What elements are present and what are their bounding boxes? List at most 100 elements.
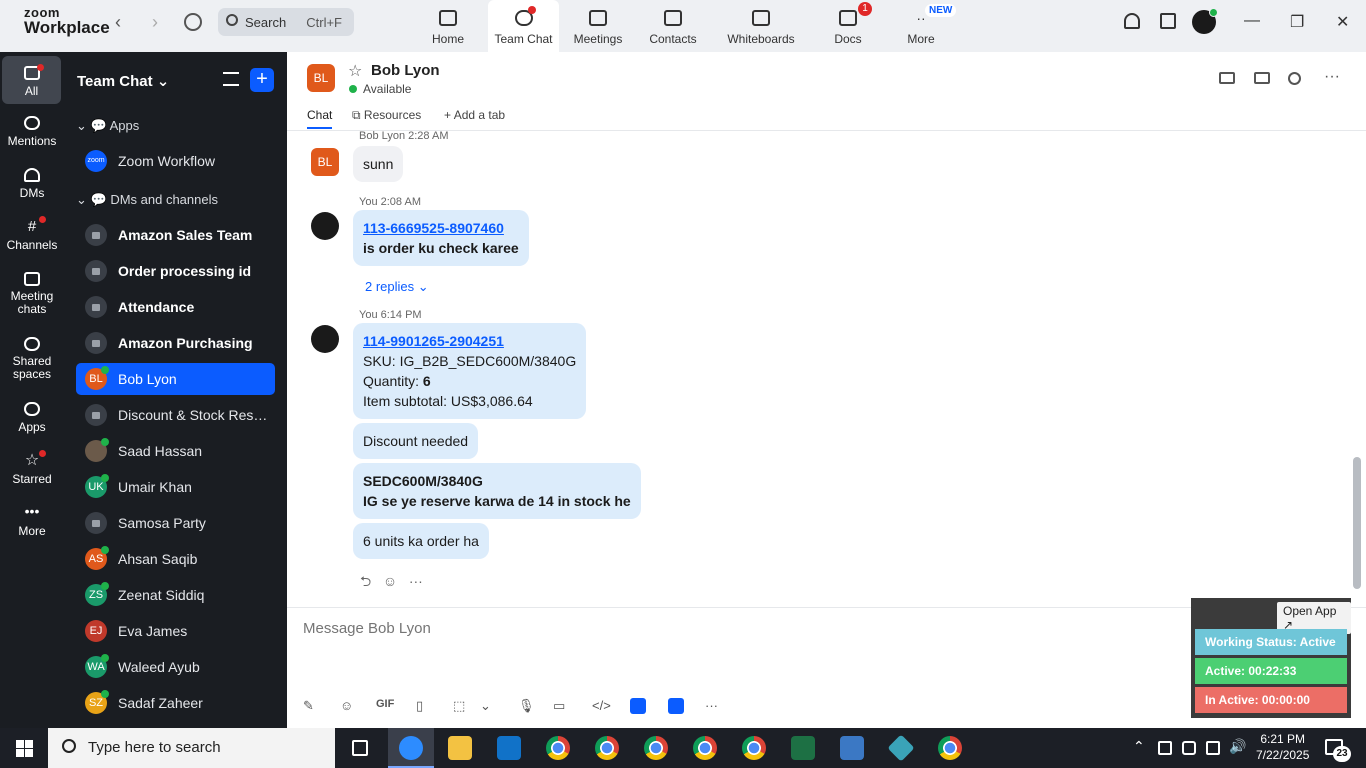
sidebar-title[interactable]: Team Chat ⌄ — [77, 72, 169, 90]
video-message-icon[interactable]: ▭ — [553, 698, 565, 714]
reply-icon[interactable]: ⮌ — [360, 573, 371, 589]
section-apps[interactable]: ⌄ 💬 Apps — [76, 118, 139, 134]
tray-app-icon[interactable] — [1158, 741, 1172, 755]
screenshot-icon[interactable]: ⬚ — [453, 698, 465, 714]
message-bubble[interactable]: sunn — [353, 146, 404, 182]
message-bubble[interactable]: 113-6669525-8907460 is order ku check ka… — [353, 210, 529, 266]
back-arrow-icon[interactable]: ‹ — [115, 12, 121, 33]
file-explorer-icon[interactable] — [448, 736, 472, 760]
tab-docs[interactable]: 1 Docs — [812, 0, 884, 52]
emoji-reaction-icon[interactable]: ☺ — [383, 573, 397, 589]
rail-apps[interactable]: Apps — [0, 402, 64, 434]
excel-icon[interactable] — [791, 736, 815, 760]
microphone-icon[interactable]: 🎙 — [518, 698, 535, 714]
rail-all[interactable]: All — [2, 56, 61, 104]
chevron-down-icon[interactable]: ⌄ — [480, 698, 491, 714]
emoji-icon[interactable]: ☺ — [340, 698, 353, 713]
tab-more[interactable]: ·· NEW More — [885, 0, 957, 52]
outlook-icon[interactable] — [497, 736, 521, 760]
rail-starred[interactable]: ☆ Starred — [0, 450, 64, 486]
search-icon[interactable] — [1288, 72, 1301, 85]
code-snippet-icon[interactable]: </> — [592, 698, 611, 713]
message-input[interactable] — [303, 616, 1183, 640]
rail-meeting-chats[interactable]: Meeting chats — [0, 272, 64, 316]
sender-avatar[interactable] — [311, 212, 339, 240]
minimize-icon[interactable]: — — [1244, 12, 1260, 30]
taskbar-clock[interactable]: 6:21 PM 7/22/2025 — [1256, 731, 1309, 763]
sender-avatar[interactable] — [311, 325, 339, 353]
message-bubble[interactable]: 6 units ka order ha — [353, 523, 489, 559]
sidebar-item-attendance[interactable]: Attendance — [76, 291, 275, 323]
rail-channels[interactable]: # Channels — [0, 216, 64, 252]
tab-add[interactable]: + Add a tab — [444, 108, 505, 122]
app-icon[interactable] — [668, 698, 684, 714]
sidebar-item-order-processing[interactable]: Order processing id — [76, 255, 275, 287]
forward-arrow-icon[interactable]: › — [152, 12, 158, 33]
close-icon[interactable]: ✕ — [1336, 12, 1349, 32]
new-chat-button[interactable]: + — [250, 68, 274, 92]
sidebar-item-zoom-workflow[interactable]: zoom Zoom Workflow — [76, 145, 275, 177]
file-icon[interactable]: ▯ — [416, 698, 423, 714]
replies-toggle[interactable]: 2 replies ⌄ — [365, 279, 429, 295]
sender-avatar[interactable]: BL — [311, 148, 339, 176]
search-box[interactable]: Search Ctrl+F — [218, 8, 354, 36]
more-options-icon[interactable]: ··· — [409, 573, 423, 589]
rail-dms[interactable]: DMs — [0, 168, 64, 200]
sidebar-item-waleed-ayub[interactable]: WA Waleed Ayub — [76, 651, 275, 683]
format-icon[interactable]: ✎ — [303, 698, 314, 714]
message-bubble[interactable]: SEDC600M/3840G IG se ye reserve karwa de… — [353, 463, 641, 519]
sidebar-item-zeenat-siddiq[interactable]: ZS Zeenat Siddiq — [76, 579, 275, 611]
rail-more[interactable]: ••• More — [0, 504, 64, 538]
section-dms[interactable]: ⌄ 💬 DMs and channels — [76, 192, 218, 208]
chevron-up-icon[interactable]: ⌃ — [1133, 738, 1145, 755]
chrome-icon[interactable] — [742, 736, 766, 760]
task-view-icon[interactable] — [352, 740, 368, 756]
order-link[interactable]: 114-9901265-2904251 — [363, 333, 504, 349]
sidebar-item-amazon-sales-team[interactable]: Amazon Sales Team — [76, 219, 275, 251]
video-call-icon[interactable] — [1219, 72, 1235, 84]
profile-avatar[interactable] — [1192, 8, 1218, 34]
restore-icon[interactable]: ❐ — [1290, 12, 1304, 32]
order-link[interactable]: 113-6669525-8907460 — [363, 220, 504, 236]
chrome-icon[interactable] — [938, 736, 962, 760]
sidebar-item-umair-khan[interactable]: UK Umair Khan — [76, 471, 275, 503]
chat-header-avatar[interactable]: BL — [307, 64, 335, 92]
sidebar-item-discount-stock[interactable]: Discount & Stock Reser... — [76, 399, 275, 431]
tab-meetings[interactable]: Meetings — [562, 0, 634, 52]
windows-start-icon[interactable] — [16, 740, 33, 757]
chrome-icon[interactable] — [693, 736, 717, 760]
more-options-icon[interactable]: ··· — [1324, 68, 1340, 86]
sidebar-item-saad-hassan[interactable]: Saad Hassan — [76, 435, 275, 467]
calendar-icon[interactable] — [1160, 13, 1176, 29]
sidebar-item-bob-lyon[interactable]: BL Bob Lyon — [76, 363, 275, 395]
chat-header-name[interactable]: Bob Lyon — [371, 62, 440, 79]
battery-icon[interactable] — [1182, 741, 1196, 755]
zoom-app-icon[interactable] — [399, 736, 423, 760]
calculator-icon[interactable] — [840, 736, 864, 760]
tab-whiteboards[interactable]: Whiteboards — [720, 0, 802, 52]
rail-mentions[interactable]: Mentions — [0, 116, 64, 148]
message-bubble[interactable]: Discount needed — [353, 423, 479, 459]
taskbar-search[interactable]: Type here to search — [48, 728, 335, 768]
share-screen-icon[interactable] — [1254, 72, 1270, 84]
tab-contacts[interactable]: Contacts — [637, 0, 709, 52]
rail-shared-spaces[interactable]: Shared spaces — [0, 337, 64, 381]
sidebar-item-ahsan-saqib[interactable]: AS Ahsan Saqib — [76, 543, 275, 575]
sidebar-item-amazon-purchasing[interactable]: Amazon Purchasing — [76, 327, 275, 359]
filter-icon[interactable] — [223, 72, 239, 86]
chrome-icon[interactable] — [595, 736, 619, 760]
app-icon[interactable] — [630, 698, 646, 714]
message-bubble[interactable]: 114-9901265-2904251 SKU: IG_B2B_SEDC600M… — [353, 323, 587, 419]
volume-icon[interactable]: 🔊 — [1229, 738, 1246, 755]
sidebar-item-eva-james[interactable]: EJ Eva James — [76, 615, 275, 647]
sidebar-item-samosa-party[interactable]: Samosa Party — [76, 507, 275, 539]
app-icon[interactable] — [887, 734, 915, 762]
tab-chat[interactable]: Chat — [307, 108, 333, 129]
tab-resources[interactable]: ⧉ Resources — [352, 108, 421, 123]
sidebar-item-sadaf-zaheer[interactable]: SZ Sadaf Zaheer — [76, 687, 275, 719]
history-icon[interactable] — [184, 13, 202, 31]
bell-icon[interactable] — [1124, 13, 1140, 29]
star-icon[interactable]: ☆ — [348, 61, 362, 81]
chrome-icon[interactable] — [546, 736, 570, 760]
gif-button[interactable]: GIF — [376, 698, 394, 710]
